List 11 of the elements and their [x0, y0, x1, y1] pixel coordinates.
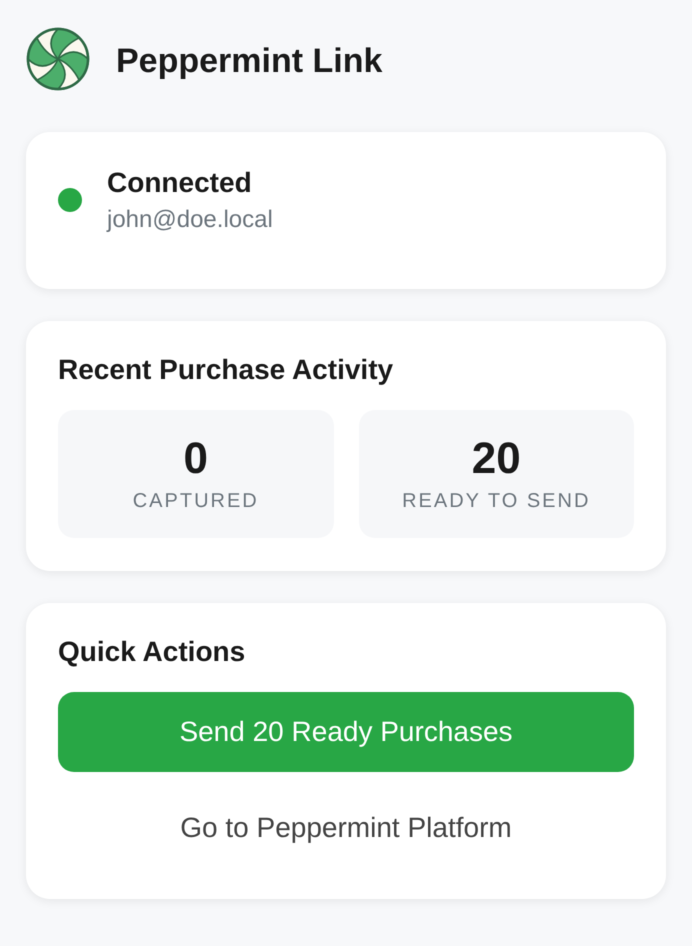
stat-value: 20	[472, 434, 521, 484]
stat-label: CAPTURED	[132, 489, 259, 514]
stat-value: 0	[184, 434, 208, 484]
account-email: john@doe.local	[107, 205, 273, 234]
quick-actions-heading: Quick Actions	[58, 635, 246, 669]
stat-label: READY TO SEND	[402, 489, 590, 514]
platform-link[interactable]: Go to Peppermint Platform	[180, 811, 512, 845]
peppermint-candy-logo-icon	[26, 27, 90, 91]
activity-heading: Recent Purchase Activity	[58, 353, 394, 387]
app-title: Peppermint Link	[116, 41, 382, 81]
connection-status: Connected	[107, 166, 253, 200]
